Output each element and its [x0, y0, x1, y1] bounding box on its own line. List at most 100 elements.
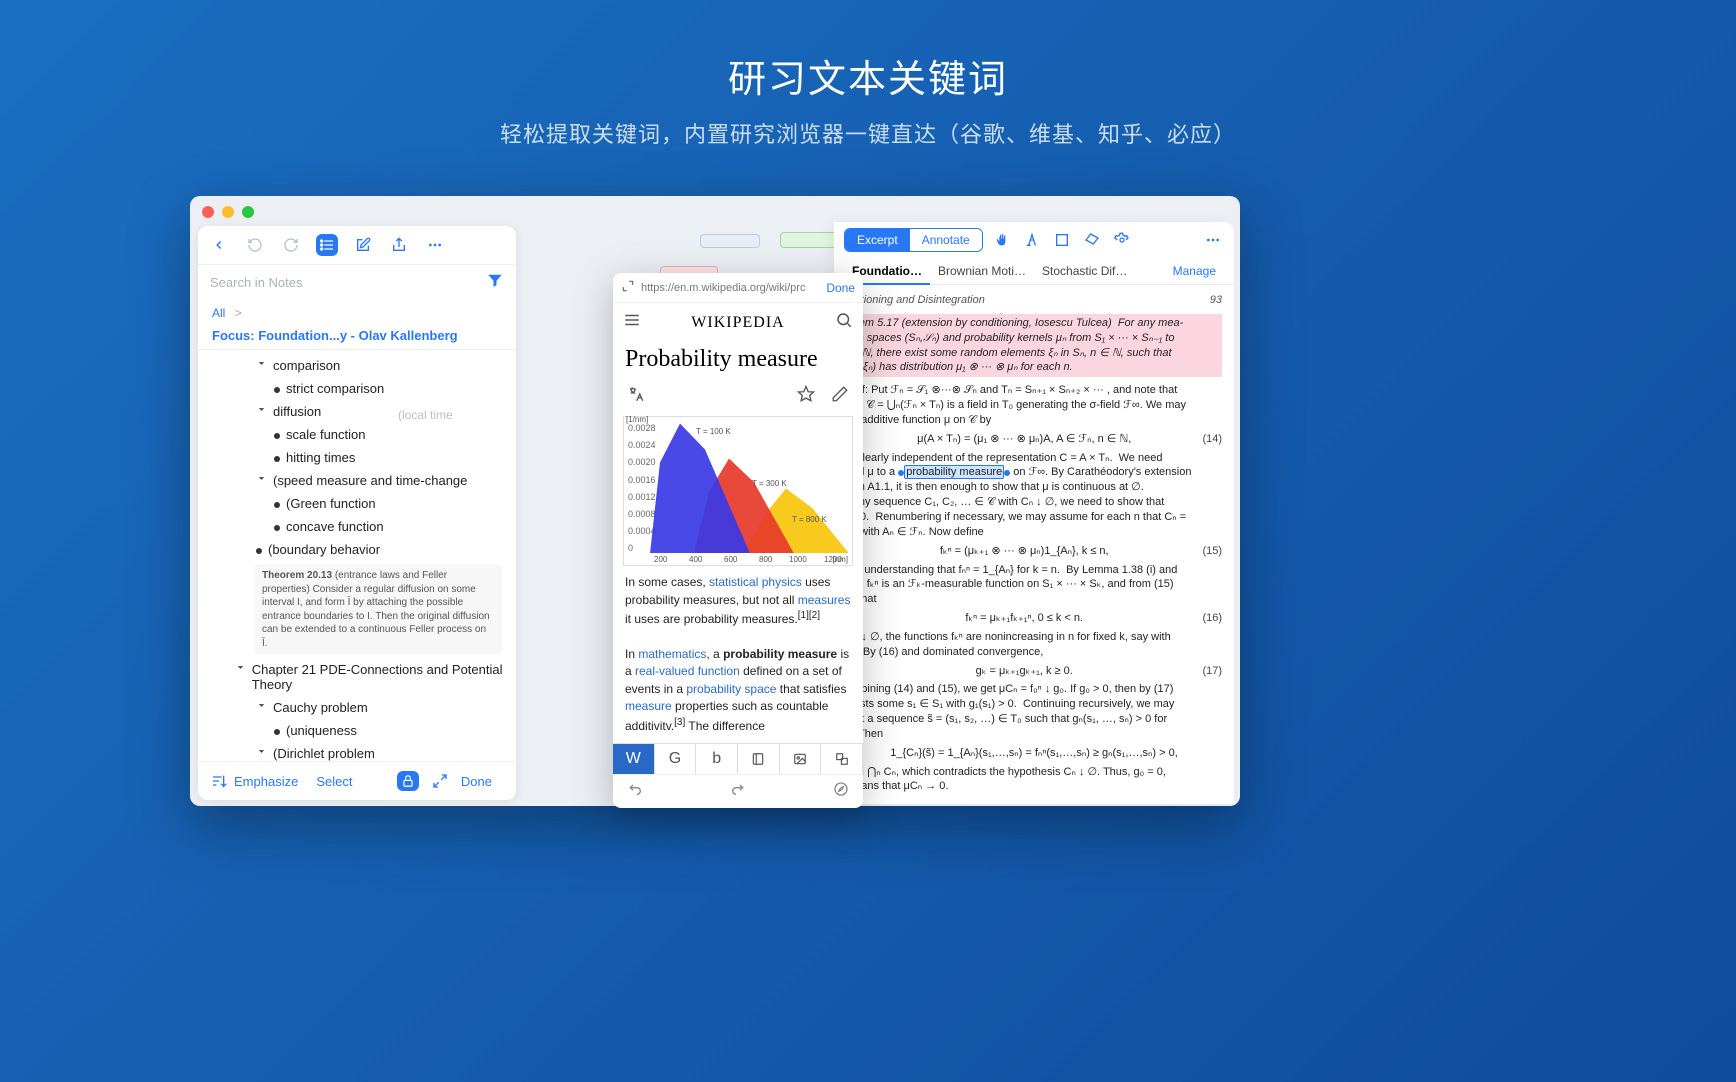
outline-item[interactable]: (uniqueness — [286, 723, 357, 738]
close-icon[interactable] — [202, 206, 214, 218]
eqno: (17) — [1202, 664, 1222, 679]
equation-14: μ(A × Tₙ) = (μ₁ ⊗ ··· ⊗ μₙ)A, A ∈ ℱₙ, n … — [917, 433, 1131, 445]
seg-annotate[interactable]: Annotate — [910, 229, 982, 251]
tab-stochastic[interactable]: Stochastic Dif… — [1034, 258, 1135, 284]
eqno: (15) — [1202, 544, 1222, 559]
link-probability-space[interactable]: probability space — [686, 682, 776, 696]
redo-button[interactable] — [280, 234, 302, 256]
outline-item[interactable]: strict comparison — [286, 381, 384, 396]
sort-icon[interactable] — [208, 770, 230, 792]
fullscreen-icon[interactable] — [621, 279, 635, 296]
compose-button[interactable] — [352, 234, 374, 256]
filter-icon[interactable] — [486, 271, 504, 294]
text: the understanding that fₙⁿ = 1_{Aₙ} for … — [846, 563, 1222, 608]
dictionary-icon[interactable] — [738, 744, 780, 774]
outline-item[interactable]: (Dirichlet problem — [273, 746, 375, 761]
bing-icon[interactable]: b — [696, 744, 738, 774]
outline-item[interactable]: (speed measure and time-change — [273, 473, 467, 488]
url-field[interactable]: https://en.m.wikipedia.org/wiki/prc — [641, 282, 820, 294]
text: Cₙ ↓ ∅, the functions fₖⁿ are nonincreas… — [846, 630, 1222, 660]
outline-item[interactable]: hitting times — [286, 450, 355, 465]
emphasize-button[interactable]: Emphasize — [234, 774, 298, 789]
more-button[interactable] — [424, 234, 446, 256]
outline-item[interactable]: scale function — [286, 427, 366, 442]
seg-excerpt[interactable]: Excerpt — [845, 229, 910, 251]
outline-item[interactable]: comparison — [273, 358, 340, 373]
notes-panel: All > (local time Focus: Foundation...y … — [198, 226, 516, 800]
browser-back-icon[interactable] — [627, 781, 643, 802]
outline-item[interactable]: Chapter 21 PDE-Connections and Potential… — [252, 662, 506, 692]
safari-icon[interactable] — [833, 781, 849, 802]
note-excerpt[interactable]: Theorem 20.13 (entrance laws and Feller … — [254, 565, 502, 654]
outline-list[interactable]: comparison strict comparison diffusion scal… — [198, 350, 516, 761]
link-measures[interactable]: measures — [798, 593, 851, 607]
wikipedia-logo[interactable]: WIKIPEDIA — [691, 314, 784, 332]
search-engine-bar: W G b — [613, 743, 863, 774]
manage-tabs-button[interactable]: Manage — [1165, 258, 1224, 284]
mode-segmented[interactable]: Excerpt Annotate — [844, 228, 983, 252]
highlighted-theorem[interactable]: prem 5.17 (extension by conditioning, Io… — [846, 314, 1222, 377]
more-icon[interactable] — [1202, 229, 1224, 251]
equation-16: fₖⁿ = μₖ₊₁fₖ₊₁ⁿ, 0 ≤ k < n. — [965, 612, 1083, 624]
article-body: In some cases, statistical physics uses … — [613, 566, 863, 743]
link-mathematics[interactable]: mathematics — [638, 647, 706, 661]
list-view-button[interactable] — [316, 234, 338, 256]
select-button[interactable]: Select — [316, 774, 352, 789]
article-title: Probability measure — [613, 342, 863, 381]
settings-icon[interactable] — [1111, 229, 1133, 251]
hamburger-icon[interactable] — [623, 311, 641, 334]
outline-item[interactable]: Cauchy problem — [273, 700, 368, 715]
faded-text: (local time — [398, 408, 453, 422]
edit-icon[interactable] — [831, 385, 849, 408]
window-traffic-lights[interactable] — [202, 206, 254, 218]
star-icon[interactable] — [797, 385, 815, 408]
lock-toggle[interactable] — [397, 771, 419, 791]
image-icon[interactable] — [780, 744, 822, 774]
equation: 1_{Cₙ}(s̃) = 1_{Aₙ}(s₁,…,sₙ) = fₙⁿ(s₁,…,… — [846, 746, 1222, 761]
hero-title: 研习文本关键词 — [0, 0, 1736, 103]
proof-intro: roof: Put ℱₙ = 𝒮₁ ⊗···⊗ 𝒮ₙ and Tₙ = Sₙ₊₁… — [846, 383, 1222, 428]
pdf-page[interactable]: nditioning and Disintegration 93 prem 5.1… — [834, 285, 1234, 793]
browser-forward-icon[interactable] — [730, 781, 746, 802]
selected-text[interactable]: probability measure — [904, 465, 1004, 479]
eqno: (16) — [1202, 611, 1222, 626]
share-button[interactable] — [388, 234, 410, 256]
page-number: 93 — [1210, 293, 1222, 308]
outline-item[interactable]: concave function — [286, 519, 384, 534]
lasso-icon[interactable] — [1081, 229, 1103, 251]
running-head: nditioning and Disintegration — [846, 293, 985, 308]
search-input[interactable] — [210, 275, 486, 290]
outline-item[interactable]: diffusion — [273, 404, 321, 419]
research-browser: https://en.m.wikipedia.org/wiki/prc Done… — [613, 273, 863, 808]
browser-done-button[interactable]: Done — [826, 281, 855, 295]
search-icon[interactable] — [835, 311, 853, 334]
hero-subtitle: 轻松提取关键词，内置研究浏览器一键直达（谷歌、维基、知乎、必应） — [0, 117, 1736, 149]
focus-title[interactable]: Focus: Foundation...y - Olav Kallenberg — [198, 326, 516, 350]
link-statistical-physics[interactable]: statistical physics — [709, 575, 802, 589]
document-tabs: Foundatio… Brownian Moti… Stochastic Dif… — [834, 258, 1234, 285]
expand-icon[interactable] — [429, 770, 451, 792]
outline-item[interactable]: (Green function — [286, 496, 376, 511]
zoom-icon[interactable] — [242, 206, 254, 218]
language-icon[interactable] — [627, 385, 645, 408]
text-style-icon[interactable] — [1021, 229, 1043, 251]
wikipedia-icon[interactable]: W — [613, 744, 655, 774]
outline-item[interactable]: (boundary behavior — [268, 542, 380, 557]
minimize-icon[interactable] — [222, 206, 234, 218]
translate-icon[interactable] — [821, 744, 863, 774]
google-icon[interactable]: G — [655, 744, 697, 774]
link-real-valued[interactable]: real-valued function — [635, 664, 740, 678]
link-measure[interactable]: measure — [625, 699, 672, 713]
back-button[interactable] — [208, 234, 230, 256]
chevron-right-icon: > — [235, 306, 242, 320]
done-button[interactable]: Done — [461, 774, 492, 789]
undo-button[interactable] — [244, 234, 266, 256]
crop-icon[interactable] — [1051, 229, 1073, 251]
hand-tool-icon[interactable] — [991, 229, 1013, 251]
breadcrumb-all[interactable]: All — [212, 306, 225, 320]
tab-brownian[interactable]: Brownian Moti… — [930, 258, 1034, 284]
chart: 0.00280.00240.00200.00160.00120.00080.00… — [623, 416, 853, 566]
text: ombining (14) and (15), we get μCₙ = f₀ⁿ… — [846, 682, 1222, 741]
text: s̃ ∈ ⋂ₙ Cₙ, which contradicts the hypoth… — [846, 765, 1222, 793]
reader-panel: Excerpt Annotate Foundatio… Brownian Mot… — [834, 222, 1234, 804]
